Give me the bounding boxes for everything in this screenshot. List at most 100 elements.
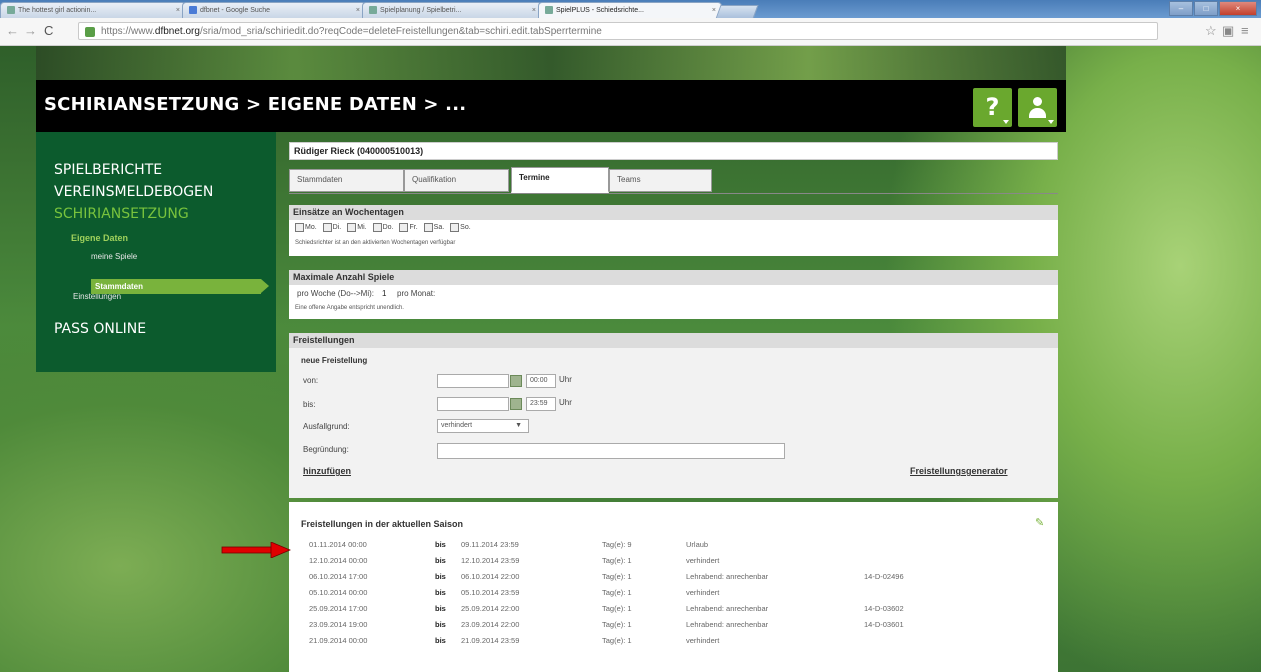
bis-time-input[interactable]: 23:59 (526, 397, 556, 411)
bis-date-input[interactable] (437, 397, 509, 411)
row-to: 25.09.2014 22:00 (461, 604, 520, 613)
weekday-sa[interactable]: Sa. (423, 223, 444, 232)
ausfallgrund-select[interactable]: verhindert ▼ (437, 419, 529, 433)
new-tab-button[interactable] (715, 5, 759, 19)
checkbox[interactable] (322, 223, 332, 232)
row-reason: Lehrabend: anrechenbar (686, 604, 769, 613)
tab-stammdaten[interactable]: Stammdaten (289, 169, 404, 192)
row-from: 21.09.2014 00:00 (309, 636, 368, 645)
row-reason: verhindert (686, 588, 720, 597)
begruendung-input[interactable] (437, 443, 785, 459)
tab-termine[interactable]: Termine (511, 167, 609, 193)
checkbox[interactable] (372, 223, 382, 232)
weekdays-heading: Einsätze an Wochentagen (289, 205, 1058, 220)
browser-tab-bar: The hottest girl actionin... × dfbnet - G… (0, 0, 1261, 19)
row-to: 06.10.2014 22:00 (461, 572, 520, 581)
chevron-down-icon (1003, 120, 1009, 124)
checkbox[interactable] (399, 223, 409, 232)
sidebar-item-eigene-daten[interactable]: Eigene Daten (71, 233, 128, 243)
row-code: 14-D-02496 (864, 572, 904, 581)
url-field[interactable]: https://www.dfbnet.org/sria/mod_sria/sch… (78, 22, 1158, 40)
close-tab-icon[interactable]: × (176, 3, 180, 18)
tab-teams[interactable]: Teams (609, 169, 712, 192)
row-bis: bis (435, 620, 446, 629)
row-bis: bis (435, 572, 446, 581)
browser-tab-3[interactable]: Spielplanung / Spielbetri... × (362, 2, 542, 18)
checkbox[interactable] (295, 223, 304, 232)
table-row[interactable]: 23.09.2014 19:00 bis 23.09.2014 22:00 Tag(e… (289, 620, 1058, 633)
weekdays-section: Mo. Di. Mi. Do. Fr. Sa. So. Schiedsricht… (289, 220, 1058, 256)
sidebar-item-stammdaten-active[interactable]: Stammdaten (91, 279, 269, 294)
sidebar-item-vereinsmeldebogen[interactable]: VEREINSMELDEBOGEN (54, 184, 213, 200)
table-row[interactable]: 06.10.2014 17:00 bis 06.10.2014 22:00 Tag(e… (289, 572, 1058, 585)
row-to: 05.10.2014 23:59 (461, 588, 520, 597)
weekday-checkboxes: Mo. Di. Mi. Do. Fr. Sa. So. (295, 223, 471, 232)
help-button[interactable]: ? (973, 88, 1012, 127)
reload-icon[interactable]: C (44, 23, 53, 38)
table-row[interactable]: 12.10.2014 00:00 bis 12.10.2014 23:59 Tag(e… (289, 556, 1058, 569)
page-favicon-icon (189, 6, 197, 15)
checkbox[interactable] (347, 223, 357, 232)
row-reason: Lehrabend: anrechenbar (686, 620, 769, 629)
per-week-value[interactable]: 1 (382, 289, 386, 298)
weekday-di[interactable]: Di. (322, 223, 341, 232)
menu-icon[interactable]: ≡ (1241, 23, 1249, 38)
tab-qualifikation[interactable]: Qualifikation (404, 169, 509, 192)
weekday-so[interactable]: So. (450, 223, 471, 232)
window-controls: – □ × (1168, 1, 1257, 16)
forward-arrow-icon[interactable]: → (24, 23, 37, 38)
uhr-label: Uhr (559, 375, 572, 384)
weekday-mi[interactable]: Mi. (347, 223, 367, 232)
sidebar-item-meine-spiele[interactable]: meine Spiele (91, 252, 137, 261)
red-arrow-annotation (221, 542, 291, 558)
extension-icon[interactable]: ▣ (1222, 23, 1234, 39)
uhr-label: Uhr (559, 398, 572, 407)
browser-tab-4[interactable]: SpielPLUS - Schiedsrichte... × (538, 2, 722, 18)
sidebar-item-spielberichte[interactable]: SPIELBERICHTE (54, 162, 162, 178)
lock-icon (85, 27, 95, 37)
weekday-do[interactable]: Do. (372, 223, 393, 232)
table-row[interactable]: 25.09.2014 17:00 bis 25.09.2014 22:00 Tag(e… (289, 604, 1058, 617)
browser-tab-2[interactable]: dfbnet - Google Suche × (182, 2, 366, 18)
row-reason: verhindert (686, 636, 720, 645)
address-bar-row: ← → C https://www.dfbnet.org/sria/mod_sr… (0, 18, 1261, 46)
close-tab-icon[interactable]: × (532, 3, 536, 18)
page-favicon-icon (7, 6, 15, 15)
star-icon[interactable]: ☆ (1205, 23, 1217, 39)
per-week-label: pro Woche (Do-->Mi): (297, 289, 374, 298)
weekday-mo[interactable]: Mo. (295, 223, 317, 232)
add-link[interactable]: hinzufügen (303, 466, 351, 476)
table-row[interactable]: 21.09.2014 00:00 bis 21.09.2014 23:59 Tag(e… (289, 636, 1058, 649)
user-menu-button[interactable] (1018, 88, 1057, 127)
maximize-button[interactable]: □ (1194, 1, 1218, 16)
app-header: SCHIRIANSETZUNG > EIGENE DATEN > ... ? (36, 80, 1066, 132)
von-time-input[interactable]: 00:00 (526, 374, 556, 388)
chevron-down-icon: ▼ (515, 422, 522, 429)
von-date-input[interactable] (437, 374, 509, 388)
freistellungsgenerator-link[interactable]: Freistellungsgenerator (910, 466, 1008, 476)
page-background: SCHIRIANSETZUNG > EIGENE DATEN > ... ? S… (0, 46, 1261, 672)
back-arrow-icon[interactable]: ← (6, 23, 19, 38)
sidebar-item-schiriansetzung[interactable]: SCHIRIANSETZUNG (54, 206, 189, 222)
page-favicon-icon (369, 6, 377, 15)
browser-tab-1[interactable]: The hottest girl actionin... × (0, 2, 186, 18)
minimize-button[interactable]: – (1169, 1, 1193, 16)
table-row[interactable]: 01.11.2014 00:00 bis 09.11.2014 23:59 Tag(e… (289, 540, 1058, 553)
weekday-fr[interactable]: Fr. (399, 223, 418, 232)
row-from: 01.11.2014 00:00 (309, 540, 367, 549)
freistellungen-heading: Freistellungen (289, 333, 1058, 348)
season-heading: Freistellungen in der aktuellen Saison (301, 519, 464, 529)
edit-icon[interactable]: ✎ (1035, 516, 1044, 529)
close-window-button[interactable]: × (1219, 1, 1257, 16)
checkbox[interactable] (450, 223, 460, 232)
calendar-icon[interactable] (510, 375, 522, 387)
close-tab-icon[interactable]: × (356, 3, 360, 18)
header-decoration (36, 46, 1066, 80)
row-from: 12.10.2014 00:00 (309, 556, 368, 565)
calendar-icon[interactable] (510, 398, 522, 410)
table-row[interactable]: 05.10.2014 00:00 bis 05.10.2014 23:59 Tag(e… (289, 588, 1058, 601)
checkbox[interactable] (423, 223, 433, 232)
sidebar-item-pass-online[interactable]: PASS ONLINE (54, 321, 146, 337)
row-reason: Urlaub (686, 540, 709, 549)
row-bis: bis (435, 604, 446, 613)
